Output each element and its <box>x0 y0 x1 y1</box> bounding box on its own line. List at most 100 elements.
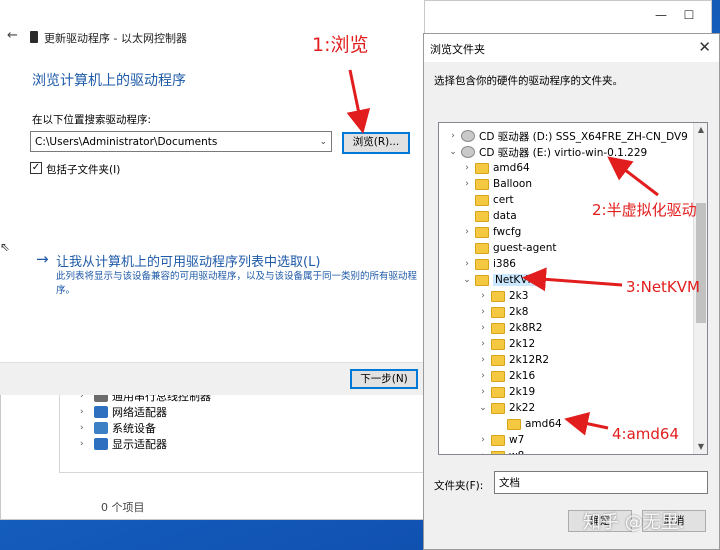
driver-path-input[interactable]: C:\Users\Administrator\Documents ⌄ <box>30 131 332 152</box>
tree-node[interactable]: › 2k8R2 <box>477 320 542 336</box>
tree-node[interactable]: › 2k3 <box>477 288 528 304</box>
tree-node[interactable]: ⌄ NetKVM <box>461 272 539 288</box>
page-title: 浏览计算机上的驱动程序 <box>32 73 186 89</box>
chevron-right-icon[interactable]: › <box>477 371 489 381</box>
chevron-right-icon[interactable]: › <box>477 307 489 317</box>
chevron-down-icon[interactable]: ⌄ <box>461 275 473 285</box>
chevron-right-icon[interactable]: › <box>477 387 489 397</box>
tree-node-label: CD 驱动器 (D:) SSS_X64FRE_ZH-CN_DV9 <box>479 130 688 143</box>
folder-icon <box>491 354 505 366</box>
chevron-down-icon[interactable]: ⌄ <box>447 147 459 157</box>
folder-field[interactable]: 文档 <box>494 471 708 494</box>
search-location-label: 在以下位置搜索驱动程序: <box>32 114 152 126</box>
tree-node-label: data <box>493 210 517 222</box>
tree-node-label: 2k22 <box>509 402 536 414</box>
folder-icon <box>475 178 489 190</box>
next-button[interactable]: 下一步(N) <box>350 369 418 389</box>
tree-node[interactable]: › 2k8 <box>477 304 528 320</box>
watermark: 知乎 @无里. <box>583 512 685 533</box>
device-icon <box>30 31 38 43</box>
update-driver-wizard: ← 更新驱动程序 - 以太网控制器 浏览计算机上的驱动程序 在以下位置搜索驱动程… <box>0 0 425 395</box>
tree-node-label: amd64 <box>525 418 562 430</box>
browse-dialog-title: 浏览文件夹 <box>430 43 485 56</box>
tree-node-label: amd64 <box>493 162 530 174</box>
tree-node-label: guest-agent <box>493 242 557 254</box>
chevron-right-icon[interactable]: › <box>477 339 489 349</box>
cd-drive-icon <box>461 146 475 158</box>
chevron-right-icon[interactable]: › <box>477 435 489 445</box>
tree-node[interactable]: guest-agent <box>461 240 557 256</box>
folder-icon <box>491 338 505 350</box>
tree-node[interactable]: › w8 <box>477 448 524 454</box>
minimize-icon[interactable]: — <box>653 7 669 23</box>
folder-icon <box>475 210 489 222</box>
chevron-right-icon[interactable]: › <box>477 323 489 333</box>
folder-icon <box>491 450 505 454</box>
chevron-right-icon[interactable]: › <box>80 423 90 433</box>
tree-node[interactable]: cert <box>461 192 514 208</box>
tree-node[interactable]: ⌄ CD 驱动器 (E:) virtio-win-0.1.229 <box>447 144 647 160</box>
chevron-right-icon[interactable]: › <box>461 163 473 173</box>
chevron-right-icon[interactable]: › <box>461 227 473 237</box>
tree-node[interactable]: › Balloon <box>461 176 532 192</box>
tree-node-label: fwcfg <box>493 226 522 238</box>
tree-item-display[interactable]: › 显示适配器 <box>80 436 167 452</box>
tree-node-label: i386 <box>493 258 516 270</box>
scroll-up-icon[interactable]: ▲ <box>694 123 707 137</box>
tree-node[interactable]: › amd64 <box>461 160 530 176</box>
browse-prompt: 选择包含你的硬件的驱动程序的文件夹。 <box>434 75 623 87</box>
wizard-title: 更新驱动程序 - 以太网控制器 <box>44 32 187 45</box>
close-icon[interactable]: ✕ <box>698 38 711 56</box>
tree-node[interactable]: ⌄ 2k22 <box>477 400 535 416</box>
folder-icon <box>491 290 505 302</box>
pick-from-list-link[interactable]: 让我从计算机上的可用驱动程序列表中选取(L) <box>56 251 320 270</box>
tree-node-label: 2k3 <box>509 290 529 302</box>
tree-node-label: w7 <box>509 434 525 446</box>
tree-node[interactable]: › 2k12R2 <box>477 352 549 368</box>
back-arrow-icon[interactable]: ← <box>7 28 18 43</box>
chevron-right-icon[interactable]: › <box>80 439 90 449</box>
tree-node[interactable]: › i386 <box>461 256 516 272</box>
tree-node[interactable]: › w7 <box>477 432 524 448</box>
wizard-footer: 下一步(N) <box>0 362 424 395</box>
chevron-right-icon[interactable]: › <box>477 291 489 301</box>
tree-node-label: 2k8R2 <box>509 322 543 334</box>
chevron-right-icon[interactable]: › <box>477 355 489 365</box>
tree-node-label: cert <box>493 194 514 206</box>
chevron-right-icon[interactable]: › <box>461 179 473 189</box>
scrollbar-thumb[interactable] <box>696 203 706 323</box>
tree-item-network[interactable]: › 网络适配器 <box>80 404 167 420</box>
chevron-right-icon[interactable]: › <box>461 259 473 269</box>
browse-button[interactable]: 浏览(R)... <box>342 132 410 154</box>
chevron-down-icon[interactable]: ⌄ <box>319 135 327 149</box>
chevron-right-icon[interactable]: › <box>477 451 489 454</box>
tree-node[interactable]: › 2k19 <box>477 384 535 400</box>
chevron-down-icon[interactable]: ⌄ <box>477 403 489 413</box>
folder-icon <box>491 306 505 318</box>
tree-item-label: 显示适配器 <box>112 438 167 451</box>
chevron-right-icon[interactable]: › <box>447 131 459 141</box>
tree-node[interactable]: › 2k12 <box>477 336 535 352</box>
scroll-down-icon[interactable]: ▼ <box>694 440 707 454</box>
chevron-right-icon[interactable]: › <box>80 407 90 417</box>
tree-node-label: Balloon <box>493 178 532 190</box>
system-icon <box>94 422 108 434</box>
tree-node-label: 2k12 <box>509 338 536 350</box>
status-text: 0 个项目 <box>101 501 145 514</box>
tree-node[interactable]: › 2k16 <box>477 368 535 384</box>
folder-icon <box>491 434 505 446</box>
display-icon <box>94 438 108 450</box>
tree-node[interactable]: data <box>461 208 517 224</box>
tree-item-system[interactable]: › 系统设备 <box>80 420 156 436</box>
folder-icon <box>475 242 489 254</box>
tree-node[interactable]: amd64 <box>493 416 562 432</box>
tree-node[interactable]: › CD 驱动器 (D:) SSS_X64FRE_ZH-CN_DV9 <box>447 128 688 144</box>
pick-from-list-description: 此列表将显示与该设备兼容的可用驱动程序，以及与该设备属于同一类别的所有驱动程序。 <box>56 271 418 296</box>
folder-icon <box>491 386 505 398</box>
include-subfolders-label: 包括子文件夹(I) <box>46 164 121 176</box>
annotation-step4: 4:amd64 <box>612 425 680 443</box>
tree-node[interactable]: › fwcfg <box>461 224 521 240</box>
include-subfolders-checkbox[interactable]: ✓ <box>30 162 42 174</box>
network-icon <box>94 406 108 418</box>
maximize-icon[interactable]: ☐ <box>681 7 697 23</box>
